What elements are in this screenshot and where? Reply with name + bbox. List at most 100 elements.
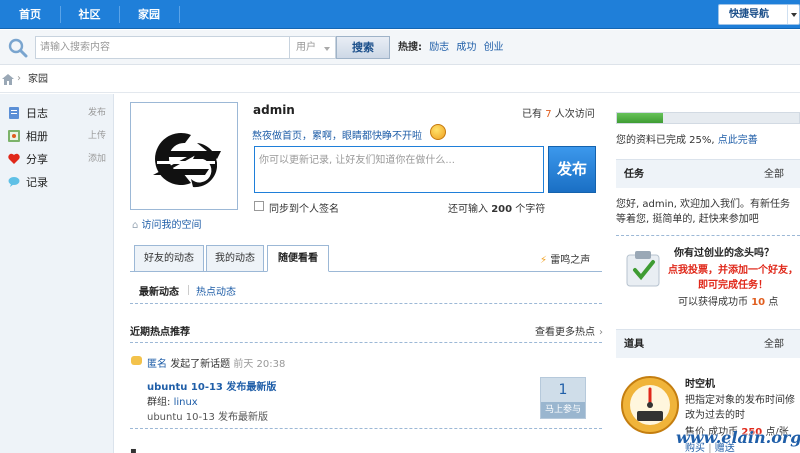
task-question[interactable]: 你有过创业的念头吗？	[674, 244, 774, 259]
tab-friends-feed[interactable]: 好友的动态	[134, 245, 204, 272]
more-hot-label: 查看更多热点	[535, 327, 595, 338]
sidebar-item-share[interactable]: 分享 添加	[0, 148, 114, 171]
nav-community[interactable]: 社区	[60, 0, 119, 29]
sidebar-item-action[interactable]: 发布	[88, 102, 106, 125]
lightning-icon: ⚡	[540, 255, 548, 266]
hot-search: 热搜: 励志 成功 创业	[398, 30, 504, 65]
chevron-down-icon	[787, 5, 799, 24]
visit-count-number: 7	[545, 109, 552, 120]
checklist-icon[interactable]	[626, 249, 660, 287]
sidebar-item-album[interactable]: 相册 上传	[0, 125, 114, 148]
sidebar-item-action[interactable]: 上传	[88, 125, 106, 148]
reward-suffix: 点	[768, 297, 779, 308]
feed-description: ubuntu 10-13 发布最新版	[147, 412, 269, 423]
more-hot-link[interactable]: 查看更多热点 ›	[535, 323, 603, 338]
sidebar: 日志 发布 相册 上传 分享 添加 记录	[0, 94, 114, 453]
sidebar-item-action[interactable]: 添加	[88, 148, 106, 171]
quick-nav-button[interactable]: 快捷导航	[718, 4, 800, 25]
search-bar: 请输入搜索内容 用户 搜索 热搜: 励志 成功 创业	[0, 30, 800, 65]
divider	[130, 342, 602, 343]
search-input[interactable]: 请输入搜索内容	[35, 36, 290, 59]
char-remaining-suffix: 个字符	[515, 204, 546, 215]
subtab-hot[interactable]: 热点动态	[196, 283, 236, 298]
subtab-latest[interactable]: 最新动态	[139, 283, 179, 298]
feed-action: 发起了新话题	[170, 359, 231, 370]
sync-signature-label: 同步到个人签名	[269, 204, 339, 215]
task-all-link[interactable]: 全部	[764, 160, 784, 189]
profile-progress-bar	[616, 112, 800, 124]
complete-profile-link[interactable]: 点此完善	[718, 135, 758, 146]
tab-browse[interactable]: 随便看看	[267, 245, 329, 272]
username[interactable]: admin	[253, 103, 295, 117]
status-text[interactable]: 熬夜做首页，累啊，眼睛都快睁不开啦	[252, 127, 422, 142]
feed-meta: 匿名 发起了新话题 前天 20:38	[147, 355, 285, 370]
nav-home[interactable]: 首页	[0, 0, 60, 29]
subtab-divider	[188, 285, 189, 295]
sidebar-item-label: 相册	[26, 130, 48, 143]
album-icon	[8, 130, 20, 142]
char-remaining: 还可输入 200 个字符	[448, 200, 545, 215]
search-type-select[interactable]: 用户	[290, 36, 336, 59]
house-icon: ⌂	[132, 220, 139, 231]
breadcrumb-current[interactable]: 家园	[28, 66, 48, 93]
top-nav: 首页 社区 家园 快捷导航	[0, 0, 800, 29]
time-machine-icon[interactable]	[620, 375, 680, 435]
journal-icon	[9, 107, 19, 119]
hot-link[interactable]: 励志	[429, 42, 449, 53]
avatar[interactable]	[130, 102, 238, 210]
chevron-right-icon: ›	[599, 327, 603, 338]
tool-description: 把指定对象的发布时间修改为过去的时	[685, 395, 795, 421]
hot-link[interactable]: 创业	[484, 42, 504, 53]
join-label: 马上参与	[541, 402, 585, 418]
hot-search-label: 热搜:	[398, 42, 422, 53]
nav-home-space[interactable]: 家园	[119, 0, 179, 29]
divider	[616, 235, 800, 236]
join-button[interactable]: 1 马上参与	[540, 377, 586, 419]
thunder-link[interactable]: ⚡ 雷鸣之声	[540, 251, 590, 266]
hot-link[interactable]: 成功	[456, 42, 476, 53]
profile-progress-text: 您的资料已完成 25%, 点此完善	[616, 131, 758, 146]
nav-divider	[179, 6, 180, 23]
record-bubble-icon	[8, 177, 20, 187]
divider	[130, 428, 602, 429]
sidebar-item-label: 日志	[26, 107, 48, 120]
sidebar-item-record[interactable]: 记录	[0, 171, 114, 194]
task-call-to-action[interactable]: 点我投票，并添加一个好友，即可完成任务！	[668, 263, 798, 293]
sidebar-item-label: 分享	[26, 153, 48, 166]
home-icon[interactable]	[2, 74, 14, 85]
visit-space-link[interactable]: ⌂ 访问我的空间	[132, 216, 202, 231]
status-input[interactable]: 你可以更新记录, 让好友们知道你在做什么...	[254, 146, 544, 193]
progress-label: 您的资料已完成 25%,	[616, 135, 715, 146]
tools-all-link[interactable]: 全部	[764, 330, 784, 359]
char-remaining-count: 200	[491, 204, 513, 215]
sidebar-item-journal[interactable]: 日志 发布	[0, 102, 114, 125]
publish-button[interactable]: 发布	[548, 146, 596, 193]
chevron-right-icon: ›	[17, 73, 21, 84]
smiley-icon	[430, 124, 446, 140]
feed-author[interactable]: 匿名	[147, 359, 167, 370]
visit-count: 已有 7 人次访问	[522, 105, 595, 120]
tools-title: 道具	[624, 339, 644, 350]
sidebar-item-label: 记录	[26, 176, 48, 189]
comment-icon	[131, 356, 142, 365]
task-intro: 您好, admin, 欢迎加入我们。有新任务等着您, 挺简单的, 赶快来参加吧	[616, 199, 791, 225]
progress-fill	[617, 113, 663, 123]
logo-icon	[153, 133, 221, 188]
join-count: 1	[558, 382, 568, 398]
sync-signature-checkbox[interactable]	[254, 201, 264, 211]
task-title: 任务	[624, 169, 644, 180]
reward-amount: 10	[751, 297, 766, 308]
tool-name: 时空机	[685, 379, 715, 390]
feed-title[interactable]: ubuntu 10-13 发布最新版	[147, 378, 276, 393]
task-panel-header: 任务 全部	[616, 159, 800, 188]
char-remaining-prefix: 还可输入	[448, 204, 488, 215]
list-item-partial: ▪	[130, 446, 137, 453]
feed-group-link[interactable]: linux	[174, 397, 198, 408]
share-heart-icon	[8, 153, 20, 164]
feed-time: 前天 20:38	[233, 359, 286, 370]
search-button[interactable]: 搜索	[336, 36, 390, 59]
visit-count-suffix: 人次访问	[554, 109, 595, 120]
visit-space-label: 访问我的空间	[141, 220, 202, 231]
tab-my-feed[interactable]: 我的动态	[206, 245, 264, 272]
thunder-label: 雷鸣之声	[550, 255, 591, 266]
